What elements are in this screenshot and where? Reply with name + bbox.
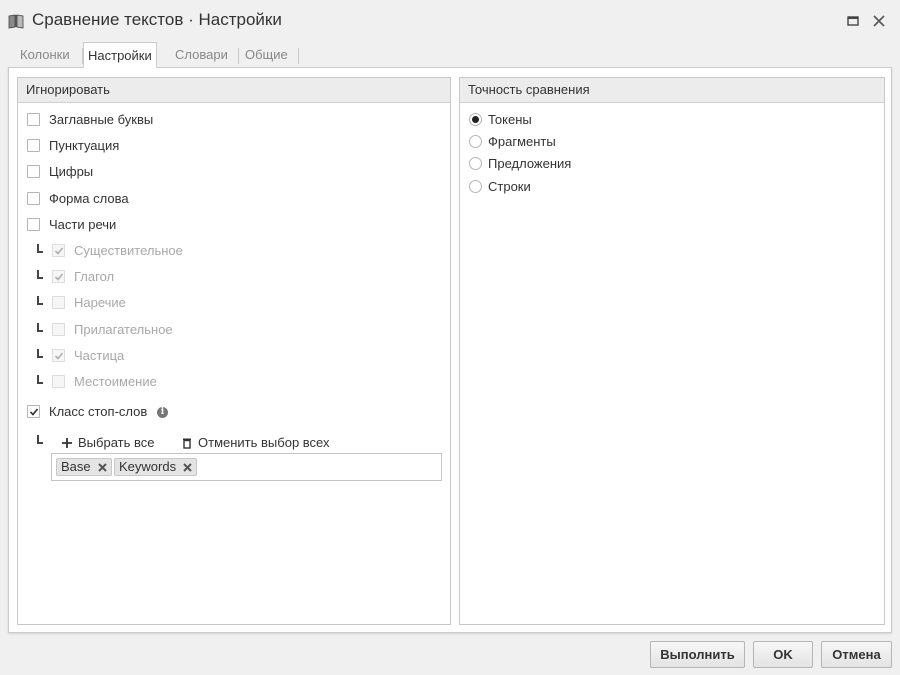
- accuracy-panel: Точность сравнения Токены Фрагменты Пред…: [459, 77, 885, 625]
- radio-button[interactable]: [469, 180, 482, 193]
- tab-divider: [298, 48, 299, 64]
- checkbox: [52, 349, 65, 362]
- radio-label: Фрагменты: [488, 134, 556, 149]
- trash-icon: [183, 438, 191, 449]
- ok-button[interactable]: OK: [753, 641, 813, 668]
- checkbox[interactable]: [27, 192, 40, 205]
- plus-icon: [62, 438, 72, 448]
- close-icon[interactable]: [870, 12, 888, 30]
- select-all-label: Выбрать все: [78, 435, 155, 450]
- checkbox[interactable]: [27, 218, 40, 231]
- info-icon[interactable]: i: [157, 407, 168, 418]
- accuracy-panel-header: Точность сравнения: [460, 78, 884, 103]
- option-label: Пунктуация: [49, 138, 120, 153]
- checkbox: [52, 323, 65, 336]
- checkbox[interactable]: [27, 405, 40, 418]
- tab-general[interactable]: Общие: [241, 42, 292, 68]
- option-label: Глагол: [74, 269, 115, 284]
- checkbox: [52, 375, 65, 388]
- tree-connector: [37, 296, 43, 305]
- remove-tag-icon[interactable]: [97, 463, 107, 472]
- checkbox: [52, 244, 65, 257]
- tab-bar: Колонки Настройки Словари Общие: [8, 42, 892, 68]
- radio-button[interactable]: [469, 113, 482, 126]
- tag-label: Keywords: [119, 459, 177, 474]
- option-label: Класс стоп-слов: [49, 404, 148, 419]
- tab-settings[interactable]: Настройки: [83, 42, 157, 68]
- tab-columns[interactable]: Колонки: [16, 42, 74, 68]
- option-label: Наречие: [74, 295, 126, 310]
- radio-button[interactable]: [469, 157, 482, 170]
- option-label: Прилагательное: [74, 322, 173, 337]
- window-title: Сравнение текстов · Настройки: [32, 10, 282, 29]
- remove-tag-icon[interactable]: [183, 463, 192, 472]
- option-label: Местоимение: [74, 374, 157, 389]
- checkbox: [52, 270, 65, 283]
- tree-connector: [37, 244, 43, 253]
- tab-divider: [238, 48, 239, 64]
- option-label: Существительное: [74, 243, 183, 258]
- book-icon: [8, 14, 24, 29]
- title-bar: Сравнение текстов · Настройки: [0, 0, 900, 42]
- ignore-panel-header: Игнорировать: [18, 78, 450, 103]
- option-label: Цифры: [49, 164, 94, 179]
- run-button[interactable]: Выполнить: [650, 641, 745, 668]
- cancel-button[interactable]: Отмена: [821, 641, 892, 668]
- tab-dictionaries[interactable]: Словари: [171, 42, 232, 68]
- tree-connector: [37, 375, 43, 384]
- tag-base: Base: [56, 458, 112, 476]
- deselect-all-label: Отменить выбор всех: [198, 435, 330, 450]
- checkbox[interactable]: [27, 139, 40, 152]
- checkbox[interactable]: [27, 165, 40, 178]
- option-label: Форма слова: [49, 191, 129, 206]
- radio-label: Строки: [488, 179, 531, 194]
- option-label: Заглавные буквы: [49, 112, 154, 127]
- tree-connector: [37, 435, 43, 444]
- checkbox: [52, 296, 65, 309]
- radio-label: Токены: [488, 112, 532, 127]
- maximize-icon[interactable]: [844, 12, 862, 30]
- tree-connector: [37, 270, 43, 279]
- stopword-tags-input[interactable]: Base Keywords: [51, 453, 442, 481]
- radio-button[interactable]: [469, 135, 482, 148]
- tree-connector: [37, 349, 43, 358]
- tag-keywords: Keywords: [114, 458, 198, 476]
- checkbox[interactable]: [27, 113, 40, 126]
- option-label: Частица: [74, 348, 125, 363]
- tree-connector: [37, 323, 43, 332]
- tab-content: Игнорировать Заглавные буквы Пунктуация …: [8, 67, 892, 633]
- tag-label: Base: [61, 459, 91, 474]
- ignore-panel: Игнорировать Заглавные буквы Пунктуация …: [17, 77, 451, 625]
- radio-label: Предложения: [488, 156, 572, 171]
- option-label: Части речи: [49, 217, 117, 232]
